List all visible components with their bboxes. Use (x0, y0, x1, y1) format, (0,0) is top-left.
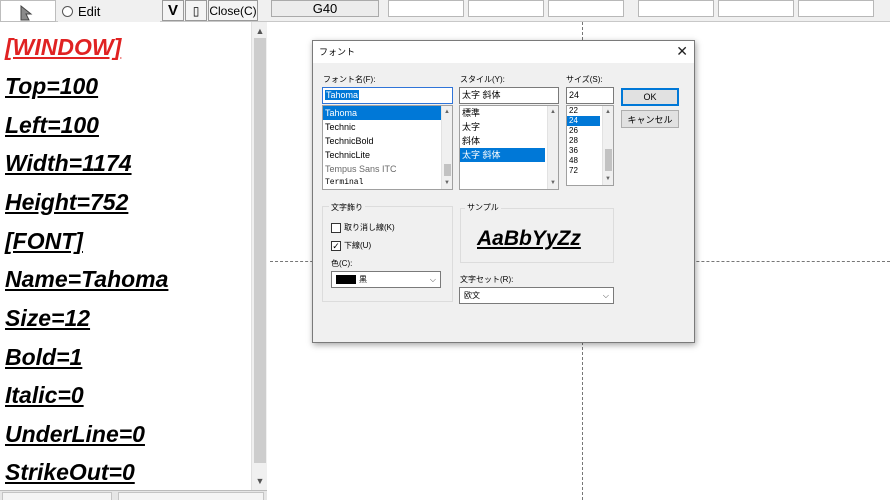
list-item[interactable]: Tempus Sans ITC (323, 162, 452, 176)
section-font-line: [FONT] (5, 228, 83, 254)
edit-radio[interactable]: Edit (58, 0, 160, 22)
setting-line: Bold=1 (5, 344, 83, 370)
bottom-tab-1[interactable] (2, 492, 112, 500)
charset-select[interactable]: 欧文 ⌵ (459, 287, 614, 304)
list-item[interactable]: Technic (323, 120, 452, 134)
setting-line: Top=100 (5, 73, 99, 99)
list-item[interactable]: TechnicLite (323, 148, 452, 162)
toolbar-field-2[interactable] (468, 0, 544, 17)
color-label: 色(C): (331, 259, 353, 268)
toolbar-field-5[interactable] (718, 0, 794, 17)
v-button[interactable]: V (162, 0, 184, 21)
scroll-down-icon[interactable]: ▼ (442, 178, 452, 188)
size-label: サイズ(S): (566, 75, 603, 84)
setting-line: Height=752 (5, 189, 129, 215)
charset-label: 文字セット(R): (460, 275, 514, 284)
scroll-down-icon[interactable]: ▼ (603, 174, 613, 184)
scroll-thumb[interactable] (605, 149, 612, 171)
setting-line: Italic=0 (5, 382, 84, 408)
font-name-input[interactable]: Tahoma (322, 87, 453, 104)
cursor-tool-icon (20, 4, 33, 21)
editor-scrollbar[interactable]: ▲ ▼ (251, 22, 267, 490)
underline-checkbox[interactable]: ✓ 下線(U) (331, 240, 371, 251)
style-list[interactable]: 標準 太字 斜体 太字 斜体 ▲ ▼ (459, 105, 559, 190)
chevron-down-icon: ⌵ (602, 291, 609, 300)
list-item[interactable]: Terminal (323, 176, 452, 189)
scroll-up-icon[interactable]: ▲ (603, 107, 613, 117)
color-select[interactable]: 黒 ⌵ (331, 271, 441, 288)
checkbox-icon (331, 222, 341, 233)
chevron-down-icon: ⌵ (429, 275, 436, 284)
scroll-down-icon[interactable]: ▼ (252, 474, 268, 488)
sample-preview-text: AaBbYyZz (477, 227, 581, 250)
ok-button[interactable]: OK (621, 88, 679, 106)
font-dialog: フォント ✕ フォント名(F): Tahoma Tahoma Technic T… (312, 40, 695, 343)
scroll-up-icon[interactable]: ▲ (252, 24, 268, 38)
cell-reference-box[interactable]: G40 (271, 0, 379, 17)
list-item[interactable]: 太字 (460, 120, 558, 134)
setting-line: StrikeOut=0 (5, 459, 135, 485)
style-list-scrollbar[interactable]: ▲ ▼ (547, 106, 558, 189)
scroll-down-icon[interactable]: ▼ (548, 178, 558, 188)
clipboard-button[interactable]: ▯ (185, 0, 207, 21)
font-list-scrollbar[interactable]: ▲ ▼ (441, 106, 452, 189)
font-name-list[interactable]: Tahoma Technic TechnicBold TechnicLite T… (322, 105, 453, 190)
setting-line: UnderLine=0 (5, 421, 145, 447)
scroll-up-icon[interactable]: ▲ (442, 107, 452, 117)
sample-label: サンプル (465, 202, 501, 213)
close-icon[interactable]: ✕ (676, 44, 688, 58)
settings-text-pane[interactable]: [WINDOW] Top=100 Left=100 Width=1174 Hei… (0, 22, 267, 500)
list-item[interactable]: 24 (567, 116, 600, 126)
size-input[interactable]: 24 (566, 87, 614, 104)
toolbar-field-3[interactable] (548, 0, 624, 17)
scroll-thumb[interactable] (254, 38, 266, 463)
size-list[interactable]: 22 24 26 28 36 48 72 ▲ ▼ (566, 105, 614, 186)
close-button[interactable]: Close(C) (208, 0, 258, 21)
list-item[interactable]: 太字 斜体 (460, 148, 545, 162)
color-swatch (336, 275, 356, 285)
list-item[interactable]: 標準 (460, 106, 558, 120)
style-label: スタイル(Y): (460, 75, 505, 84)
size-list-scrollbar[interactable]: ▲ ▼ (602, 106, 613, 185)
bottom-tab-strip (0, 490, 267, 500)
pointer-tool-button[interactable] (0, 0, 56, 22)
section-window-line: [WINDOW] (5, 34, 122, 60)
setting-line: Width=1174 (5, 150, 132, 176)
scroll-up-icon[interactable]: ▲ (548, 107, 558, 117)
edit-label: Edit (78, 3, 101, 19)
cancel-button[interactable]: キャンセル (621, 110, 679, 128)
setting-line: Left=100 (5, 112, 99, 138)
strikeout-checkbox[interactable]: 取り消し線(K) (331, 222, 395, 233)
bottom-tab-2[interactable] (118, 492, 264, 500)
setting-line: Size=12 (5, 305, 91, 331)
toolbar-field-1[interactable] (388, 0, 464, 17)
list-item[interactable]: 斜体 (460, 134, 558, 148)
style-input[interactable]: 太字 斜体 (459, 87, 559, 104)
radio-icon (62, 5, 73, 17)
toolbar-field-4[interactable] (638, 0, 714, 17)
list-item[interactable]: TechnicBold (323, 134, 452, 148)
scroll-thumb[interactable] (444, 164, 451, 176)
checkbox-checked-icon: ✓ (331, 240, 341, 251)
toolbar-field-6[interactable] (798, 0, 874, 17)
effects-label: 文字飾り (329, 202, 365, 213)
list-item[interactable]: Tahoma (323, 106, 452, 120)
setting-line: Name=Tahoma (5, 266, 169, 292)
dialog-title: フォント (313, 41, 694, 63)
font-name-label: フォント名(F): (323, 75, 376, 84)
